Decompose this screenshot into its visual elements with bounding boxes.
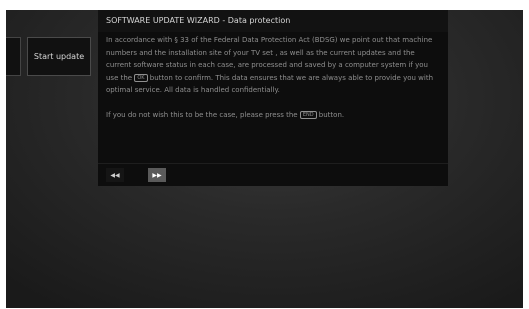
- paragraph-text: If you do not wish this to be the case, …: [106, 110, 300, 119]
- dialog-title: SOFTWARE UPDATE WIZARD - Data protection: [98, 10, 448, 32]
- fast-forward-icon: ▶▶: [152, 171, 162, 179]
- end-key-icon: END: [299, 110, 317, 119]
- dialog-controls: ◀◀ ▶▶: [98, 163, 448, 186]
- ok-key-icon: OK: [134, 73, 148, 82]
- start-update-label: Start update: [33, 52, 85, 61]
- dialog-body: In accordance with § 33 of the Federal D…: [98, 32, 448, 121]
- next-button[interactable]: ▶▶: [148, 168, 166, 182]
- back-button[interactable]: ◀◀: [106, 168, 124, 182]
- data-protection-paragraph: In accordance with § 33 of the Federal D…: [106, 34, 440, 97]
- start-update-menu-item[interactable]: Start update: [27, 37, 91, 76]
- software-update-dialog: SOFTWARE UPDATE WIZARD - Data protection…: [98, 10, 448, 186]
- rewind-icon: ◀◀: [110, 171, 120, 179]
- previous-menu-tab[interactable]: [6, 37, 21, 76]
- paragraph-text: button to confirm. This data ensures tha…: [106, 73, 434, 95]
- paragraph-text: button.: [316, 110, 345, 119]
- decline-paragraph: If you do not wish this to be the case, …: [106, 109, 440, 122]
- tv-screen: Start update SOFTWARE UPDATE WIZARD - Da…: [6, 10, 523, 308]
